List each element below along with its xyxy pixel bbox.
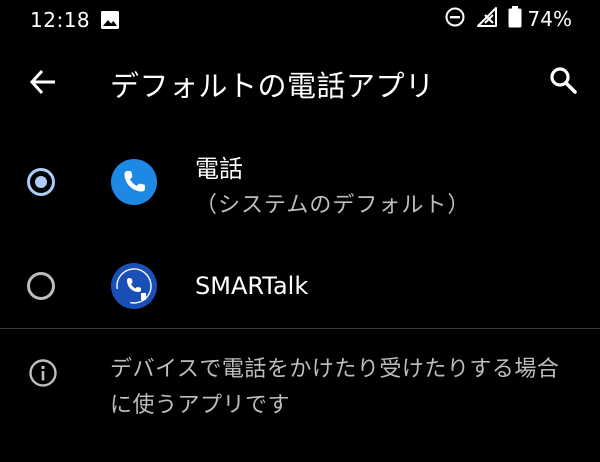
divider (0, 328, 600, 329)
option-smartalk[interactable]: SMARTalk (0, 248, 600, 326)
arrow-back-icon (29, 69, 55, 95)
battery-percent: 74% (527, 7, 572, 31)
back-button[interactable] (28, 67, 58, 97)
status-time: 12:18 (30, 8, 91, 32)
footer-info: デバイスで電話をかけたり受けたりする場合に使うアプリです (0, 340, 600, 450)
status-icons: 74% (444, 6, 572, 32)
radio-selected[interactable] (27, 168, 55, 196)
app-bar: デフォルトの電話アプリ (0, 45, 600, 115)
no-signal-icon (476, 6, 498, 32)
search-icon (550, 67, 577, 94)
app-name: 電話 (195, 155, 243, 183)
app-name: SMARTalk (195, 272, 309, 300)
smartalk-app-icon (111, 263, 157, 309)
radio-unselected[interactable] (27, 272, 55, 300)
battery-icon (508, 6, 522, 32)
app-subtitle: （システムのデフォルト） (195, 193, 471, 218)
page-title: デフォルトの電話アプリ (110, 69, 435, 103)
phone-app-icon (111, 159, 157, 205)
photo-icon (100, 10, 120, 34)
status-bar: 12:18 74% (0, 0, 600, 40)
info-icon (29, 359, 57, 387)
search-button[interactable] (548, 65, 578, 95)
option-phone[interactable]: 電話 （システムのデフォルト） (0, 135, 600, 230)
footer-text: デバイスで電話をかけたり受けたりする場合に使うアプリです (110, 357, 560, 418)
do-not-disturb-icon (444, 6, 466, 32)
